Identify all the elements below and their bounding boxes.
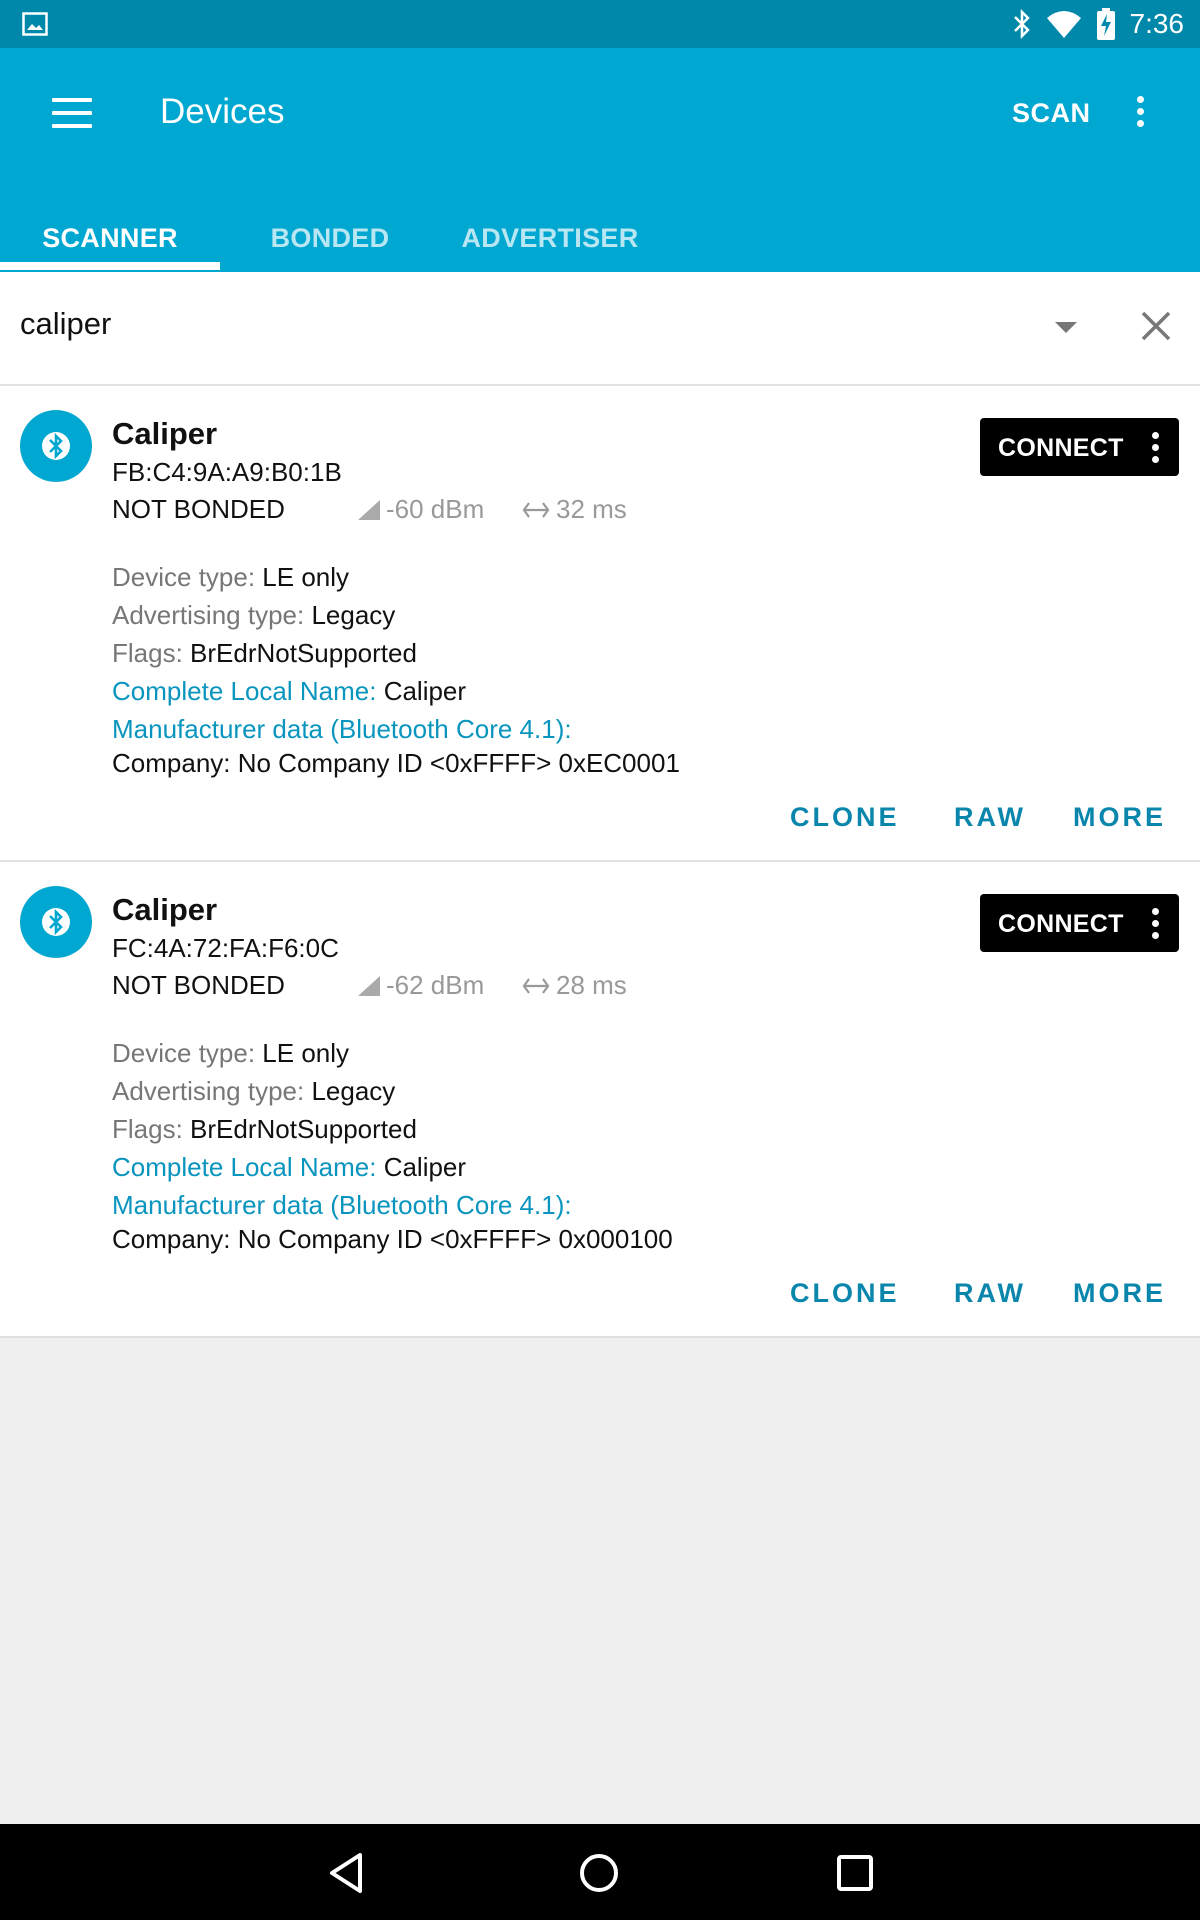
bluetooth-icon [42,908,70,936]
flags-value: BrEdrNotSupported [190,1114,417,1144]
flags-label: Flags: [112,1114,191,1144]
bond-state: NOT BONDED [112,970,285,1000]
rssi-text: -62 dBm [386,970,485,1000]
navigation-bar [0,1824,1200,1920]
adv-type-label: Advertising type: [112,600,312,630]
clone-button[interactable]: CLONE [790,1278,900,1309]
device-type-label: Device type: [112,562,263,592]
device-avatar [20,886,92,958]
page-title: Devices [160,92,285,131]
advertising-details: Device type: LE only Advertising type: L… [112,558,680,778]
device-avatar [20,410,92,482]
bluetooth-icon [1013,9,1030,39]
tab-advertiser[interactable]: ADVERTISER [440,204,660,272]
device-card[interactable]: Caliper FB:C4:9A:A9:B0:1B NOT BONDED -60… [0,386,1200,862]
bond-state: NOT BONDED [112,494,285,524]
wifi-icon [1046,11,1081,38]
adv-type-value: Legacy [311,1076,396,1106]
interval-text: 32 ms [556,494,627,524]
interval-arrows-icon [522,501,550,518]
filter-input[interactable]: caliper [20,306,111,342]
company-value: Company: No Company ID <0xFFFF> 0x000100 [112,1224,673,1254]
app-bar: Devices SCAN SCANNER BONDED ADVERTISER [0,48,1200,272]
battery-charging-icon [1096,8,1115,40]
status-bar: 7:36 [0,0,1200,48]
flags-value: BrEdrNotSupported [190,638,417,668]
advertising-details: Device type: LE only Advertising type: L… [112,1034,673,1254]
back-icon[interactable] [326,1852,366,1894]
adv-type-label: Advertising type: [112,1076,312,1106]
device-address: FB:C4:9A:A9:B0:1B [112,457,342,487]
scan-button[interactable]: SCAN [1012,98,1091,129]
connect-label: CONNECT [998,910,1124,938]
device-type-value: LE only [262,562,350,592]
clone-button[interactable]: CLONE [790,802,900,833]
filter-bar: caliper [0,272,1200,386]
device-card[interactable]: Caliper FC:4A:72:FA:F6:0C NOT BONDED -62… [0,862,1200,1338]
flags-label: Flags: [112,638,191,668]
dropdown-arrow-icon[interactable] [1055,322,1077,333]
connect-button[interactable]: CONNECT [980,894,1179,952]
manufacturer-label: Manufacturer data (Bluetooth Core 4.1): [112,714,572,744]
local-name-value: Caliper [383,1152,467,1182]
local-name-label: Complete Local Name: [112,676,384,706]
bluetooth-icon [42,432,70,460]
company-value: Company: No Company ID <0xFFFF> 0xEC0001 [112,748,680,778]
interval-text: 28 ms [556,970,627,1000]
connect-menu-icon[interactable] [1152,432,1159,468]
local-name-label: Complete Local Name: [112,1152,384,1182]
recents-icon[interactable] [836,1854,874,1892]
connect-menu-icon[interactable] [1152,908,1159,944]
device-name: Caliper [112,416,218,451]
connect-label: CONNECT [998,434,1124,462]
manufacturer-label: Manufacturer data (Bluetooth Core 4.1): [112,1190,572,1220]
rssi-value: -60 dBm [356,494,484,525]
image-icon [22,12,48,36]
adv-type-value: Legacy [311,600,396,630]
home-icon[interactable] [578,1852,620,1894]
signal-icon [358,975,380,996]
menu-icon[interactable] [52,98,92,132]
device-type-label: Device type: [112,1038,263,1068]
signal-icon [358,499,380,520]
more-vert-icon[interactable] [1128,96,1152,136]
more-button[interactable]: MORE [1073,1278,1166,1309]
device-type-value: LE only [262,1038,350,1068]
device-name: Caliper [112,892,218,927]
tab-bonded[interactable]: BONDED [220,204,440,272]
interval-value: 32 ms [522,494,627,525]
rssi-value: -62 dBm [356,970,484,1001]
raw-button[interactable]: RAW [954,1278,1026,1309]
interval-arrows-icon [522,977,550,994]
more-button[interactable]: MORE [1073,802,1166,833]
device-address: FC:4A:72:FA:F6:0C [112,933,339,963]
local-name-value: Caliper [383,676,467,706]
close-icon[interactable] [1140,310,1172,342]
clock: 7:36 [1129,8,1185,39]
connect-button[interactable]: CONNECT [980,418,1179,476]
raw-button[interactable]: RAW [954,802,1026,833]
tab-indicator [0,262,220,270]
interval-value: 28 ms [522,970,627,1001]
rssi-text: -60 dBm [386,494,485,524]
